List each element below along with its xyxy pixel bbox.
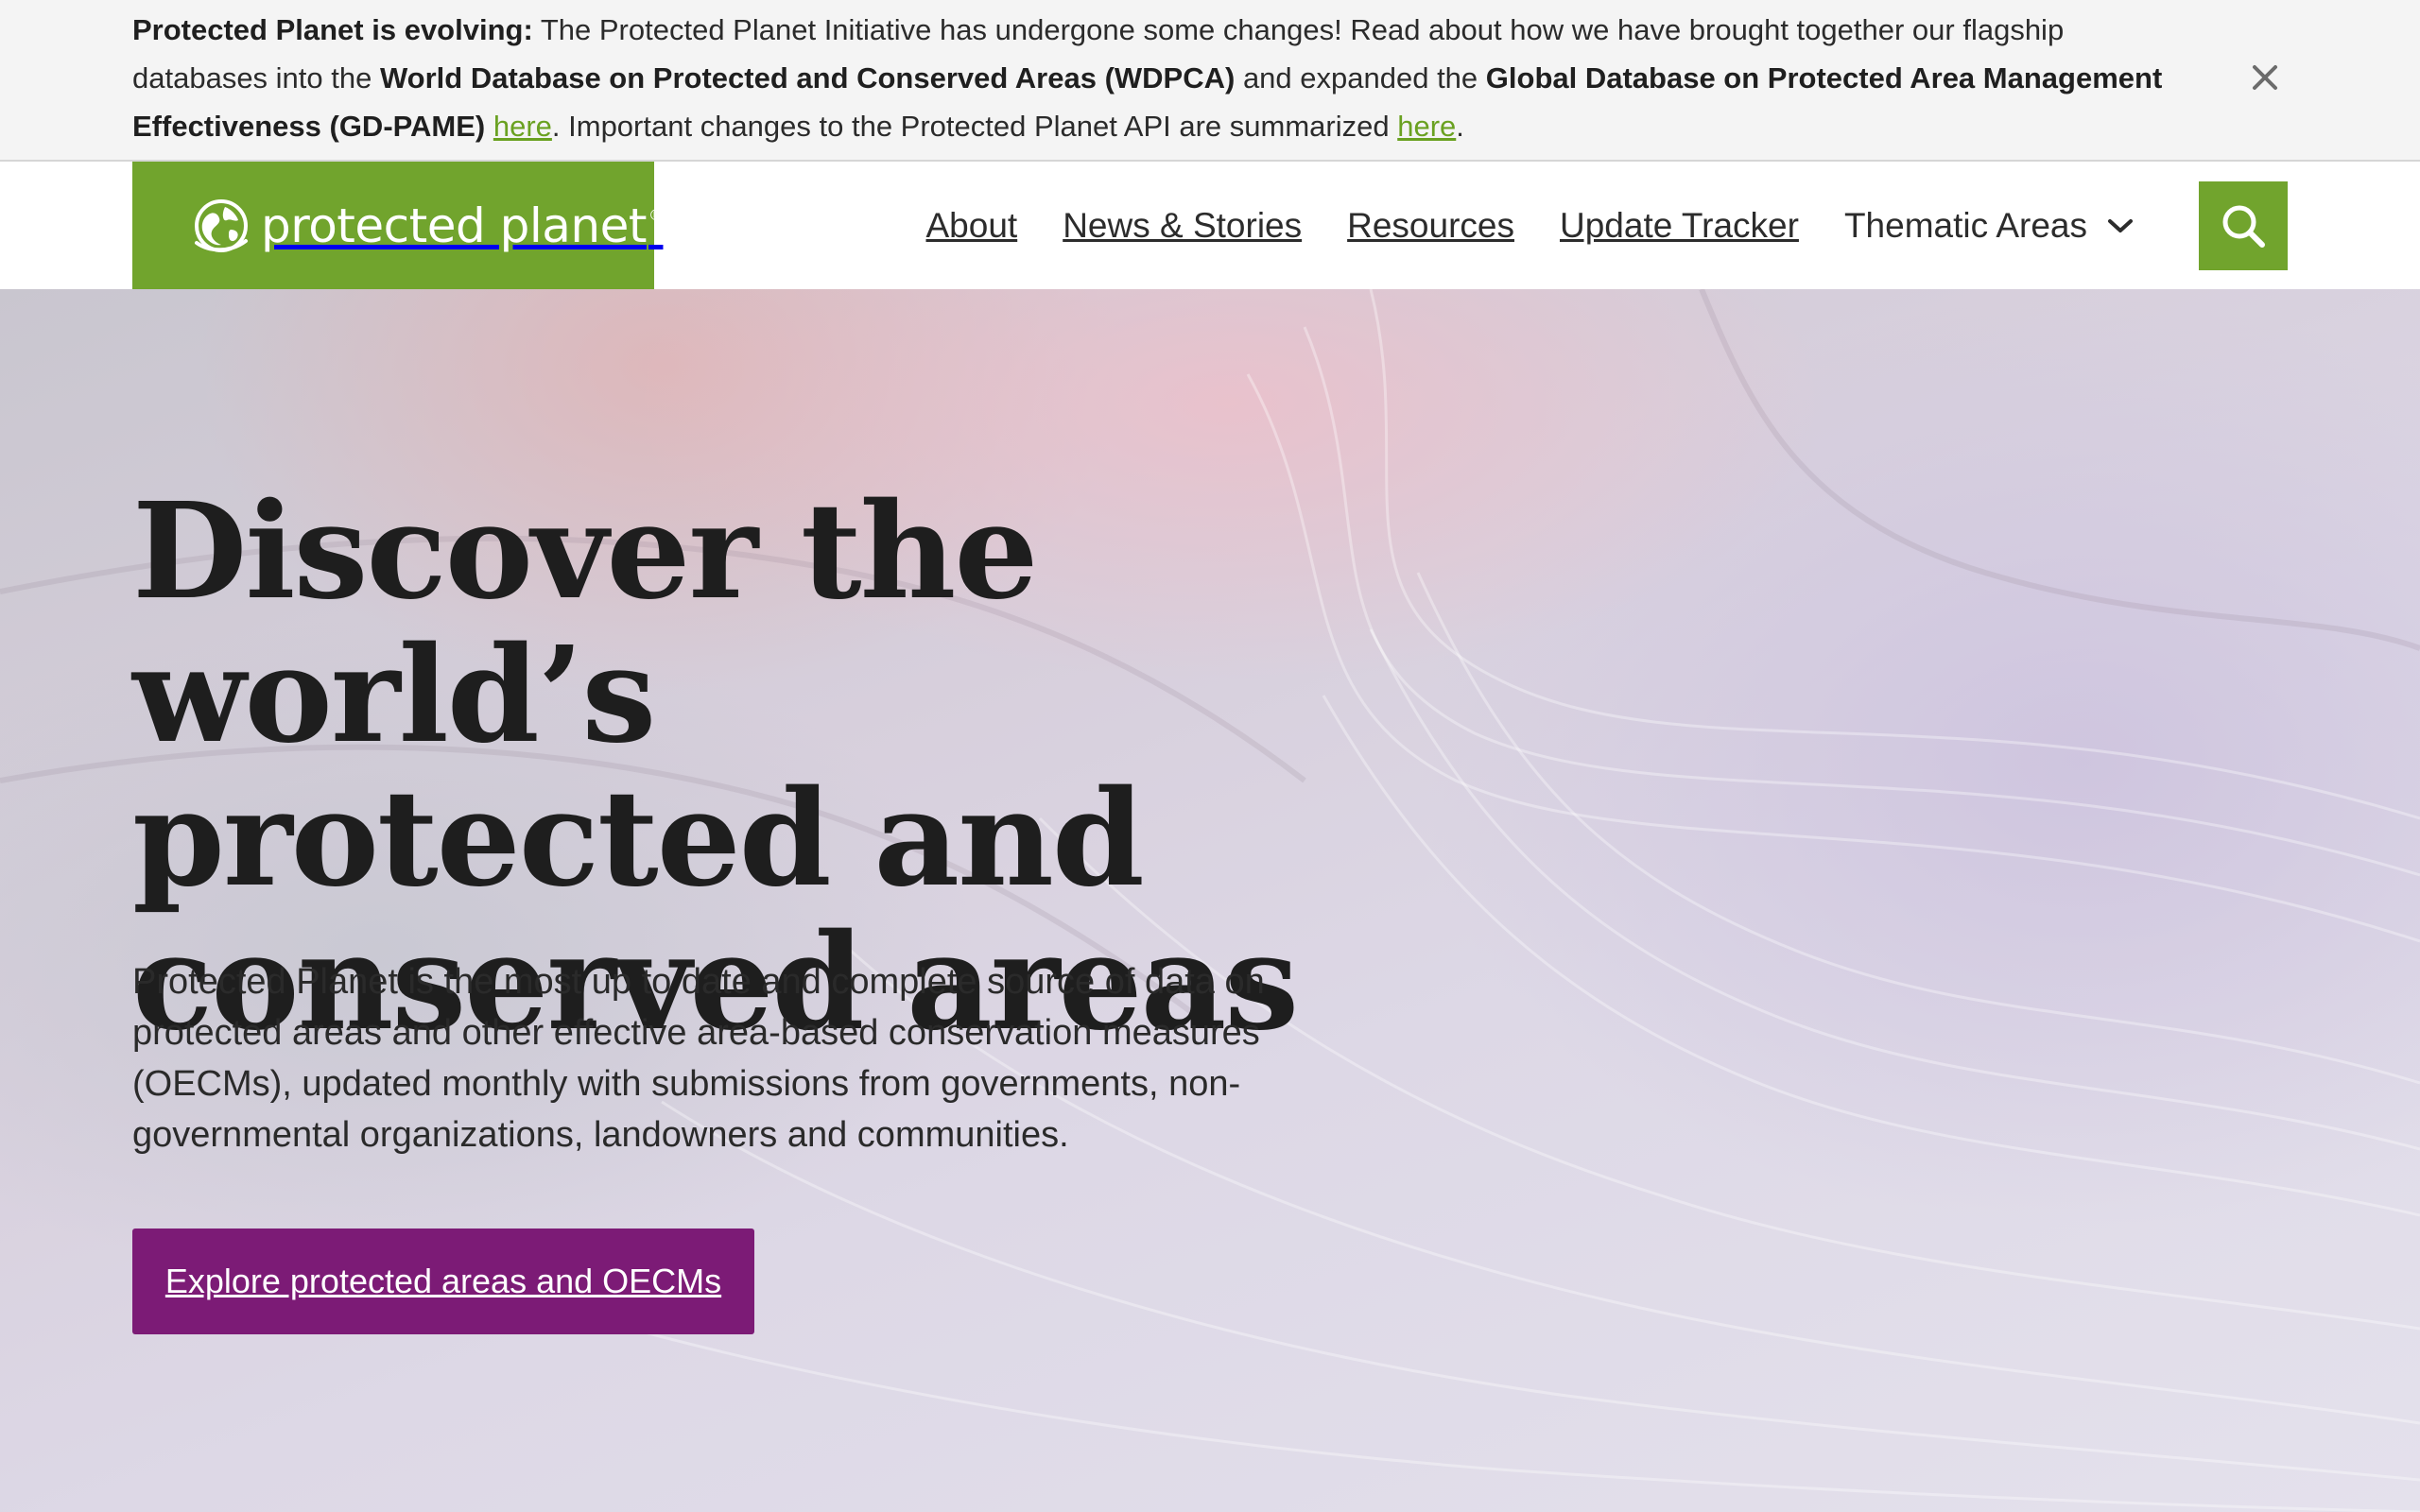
logo-wordmark: protected planet ® — [261, 198, 664, 253]
api-here-link[interactable]: here — [1397, 110, 1456, 143]
hero-section: Discover the world’s protected and conse… — [0, 289, 2420, 1512]
nav-about[interactable]: About — [926, 206, 1018, 246]
hero-title-line: protected and — [132, 762, 1145, 917]
announcement-text-part: and expanded the — [1235, 61, 1486, 94]
explore-areas-button[interactable]: Explore protected areas and OECMs — [132, 1228, 754, 1334]
site-logo[interactable]: protected planet ® — [132, 162, 664, 289]
globe-icon — [195, 198, 248, 252]
nav-thematic-areas-label: Thematic Areas — [1843, 205, 2087, 245]
site-header: protected planet ® About News & Stories R… — [0, 162, 2420, 289]
announcement-text-part: . Important changes to the Protected Pla… — [551, 110, 1398, 143]
close-banner-button[interactable] — [2246, 59, 2284, 96]
announcement-banner: Protected Planet is evolving: The Protec… — [0, 0, 2420, 162]
nav-news-stories[interactable]: News & Stories — [1063, 206, 1302, 246]
nav-thematic-areas[interactable]: Thematic Areas — [1844, 206, 2135, 246]
search-icon — [2222, 205, 2265, 248]
databases-here-link[interactable]: here — [493, 110, 552, 143]
wdpca-name: World Database on Protected and Conserve… — [379, 61, 1236, 94]
nav-resources[interactable]: Resources — [1347, 206, 1514, 246]
announcement-text-part — [485, 110, 493, 143]
hero-description: Protected Planet is the most up to date … — [132, 962, 1265, 1155]
announcement-lead: Protected Planet is evolving: — [132, 13, 533, 46]
announcement-text-part: . — [1456, 110, 1464, 143]
search-button[interactable] — [2199, 181, 2288, 270]
close-icon — [2253, 65, 2277, 90]
registered-mark: ® — [648, 205, 664, 224]
main-nav: About News & Stories Resources Update Tr… — [926, 162, 2135, 289]
logo-text: protected planet — [261, 198, 647, 253]
nav-update-tracker[interactable]: Update Tracker — [1560, 206, 1799, 246]
chevron-down-icon — [2108, 218, 2133, 232]
announcement-text: Protected Planet is evolving: The Protec… — [132, 6, 2193, 150]
hero-title-line: Discover the world’s — [132, 474, 1038, 773]
